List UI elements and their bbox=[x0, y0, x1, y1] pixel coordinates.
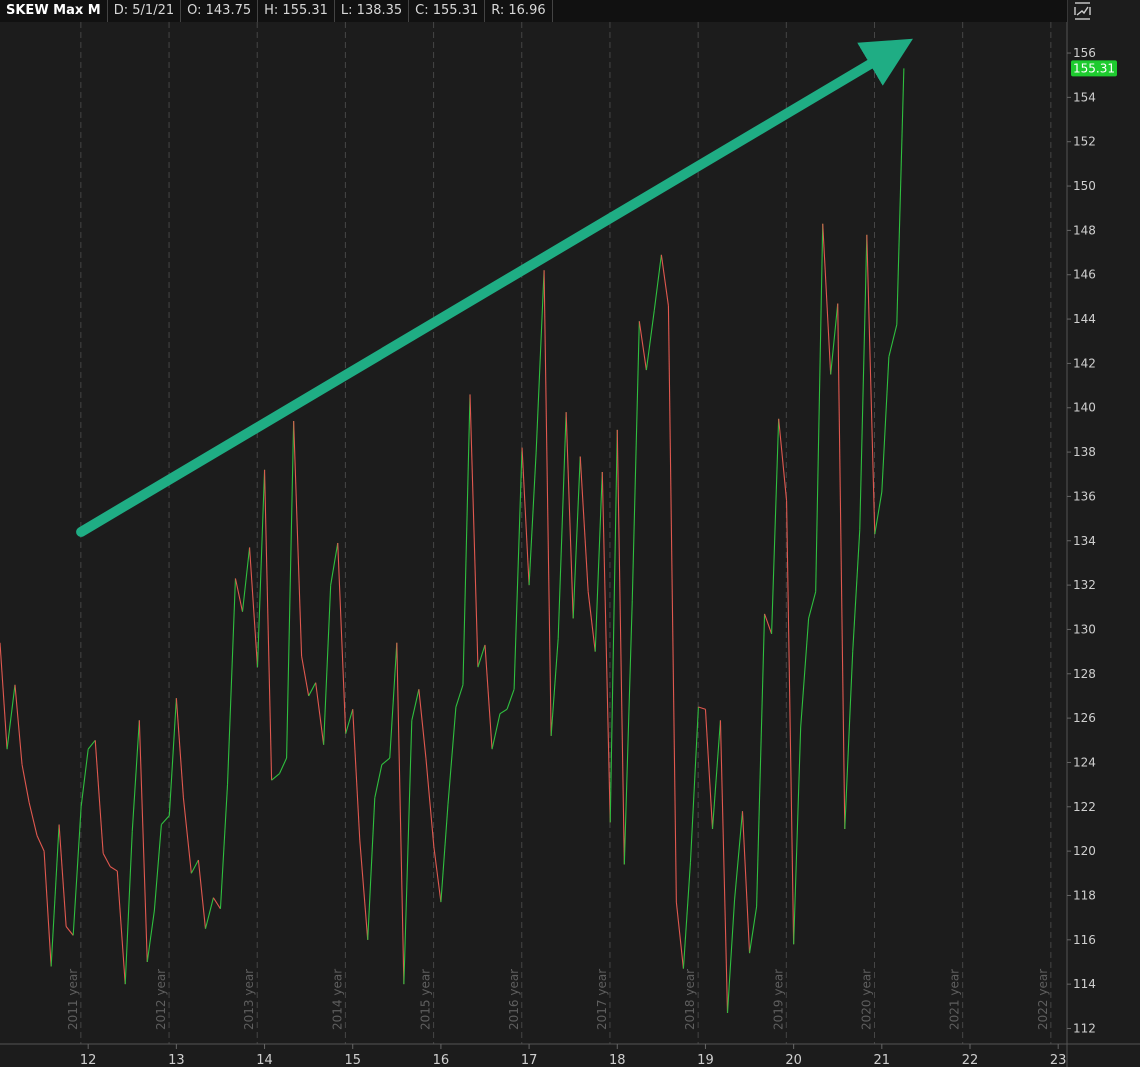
year-marker-label: 2011 year bbox=[66, 969, 80, 1030]
chart-style-icon[interactable] bbox=[1068, 0, 1098, 22]
x-tick-label: 17 bbox=[521, 1053, 538, 1067]
x-tick-label: 22 bbox=[962, 1053, 979, 1067]
y-tick-label: 114 bbox=[1073, 977, 1096, 991]
year-marker-label: 2021 year bbox=[948, 969, 962, 1030]
x-tick-label: 20 bbox=[785, 1053, 802, 1067]
y-tick-label: 144 bbox=[1073, 312, 1096, 326]
year-marker-label: 2022 year bbox=[1036, 969, 1050, 1030]
y-tick-label: 130 bbox=[1073, 622, 1096, 636]
x-tick-label: 18 bbox=[609, 1053, 626, 1067]
y-tick-label: 136 bbox=[1073, 489, 1096, 503]
symbol-label[interactable]: SKEW Max M bbox=[0, 0, 108, 22]
y-tick-label: 122 bbox=[1073, 800, 1096, 814]
quote-header: SKEW Max M D: 5/1/21 O: 143.75 H: 155.31… bbox=[0, 0, 1067, 22]
y-tick-label: 116 bbox=[1073, 933, 1096, 947]
y-tick-label: 118 bbox=[1073, 888, 1096, 902]
y-tick-label: 140 bbox=[1073, 401, 1096, 415]
x-tick-label: 21 bbox=[874, 1053, 891, 1067]
x-tick-label: 23 bbox=[1050, 1053, 1067, 1067]
x-tick-label: 16 bbox=[433, 1053, 450, 1067]
year-marker-label: 2016 year bbox=[507, 969, 521, 1030]
range-value: R: 16.96 bbox=[485, 0, 553, 22]
x-tick-label: 15 bbox=[344, 1053, 361, 1067]
y-tick-label: 142 bbox=[1073, 356, 1096, 370]
y-tick-label: 148 bbox=[1073, 223, 1096, 237]
y-tick-label: 156 bbox=[1073, 46, 1096, 60]
y-tick-label: 112 bbox=[1073, 1021, 1096, 1035]
year-marker-label: 2014 year bbox=[330, 969, 344, 1030]
y-tick-label: 120 bbox=[1073, 844, 1096, 858]
year-marker-label: 2015 year bbox=[419, 969, 433, 1030]
y-tick-label: 132 bbox=[1073, 578, 1096, 592]
x-tick-label: 14 bbox=[256, 1053, 273, 1067]
x-tick-label: 19 bbox=[697, 1053, 714, 1067]
last-price-label: 155.31 bbox=[1073, 61, 1115, 75]
low-value: L: 138.35 bbox=[335, 0, 410, 22]
x-tick-label: 13 bbox=[168, 1053, 185, 1067]
year-marker-label: 2019 year bbox=[771, 969, 785, 1030]
year-marker-label: 2018 year bbox=[683, 969, 697, 1030]
y-tick-label: 124 bbox=[1073, 755, 1096, 769]
close-value: C: 155.31 bbox=[409, 0, 486, 22]
y-tick-label: 152 bbox=[1073, 135, 1096, 149]
y-tick-label: 154 bbox=[1073, 90, 1096, 104]
plot-area bbox=[0, 22, 1067, 1044]
y-tick-label: 126 bbox=[1073, 711, 1096, 725]
skew-chart: 2011 year 2012 year 2013 year 2014 year 2015… bbox=[0, 0, 1140, 1067]
year-marker-label: 2017 year bbox=[595, 969, 609, 1030]
y-tick-label: 146 bbox=[1073, 268, 1096, 282]
open-value: O: 143.75 bbox=[181, 0, 259, 22]
y-tick-label: 150 bbox=[1073, 179, 1096, 193]
y-tick-label: 134 bbox=[1073, 534, 1096, 548]
y-tick-label: 128 bbox=[1073, 667, 1096, 681]
date-value: D: 5/1/21 bbox=[108, 0, 182, 22]
year-marker-label: 2020 year bbox=[859, 969, 873, 1030]
year-marker-label: 2013 year bbox=[242, 969, 256, 1030]
y-tick-label: 138 bbox=[1073, 445, 1096, 459]
high-value: H: 155.31 bbox=[258, 0, 335, 22]
x-tick-label: 12 bbox=[80, 1053, 97, 1067]
year-marker-label: 2012 year bbox=[154, 969, 168, 1030]
